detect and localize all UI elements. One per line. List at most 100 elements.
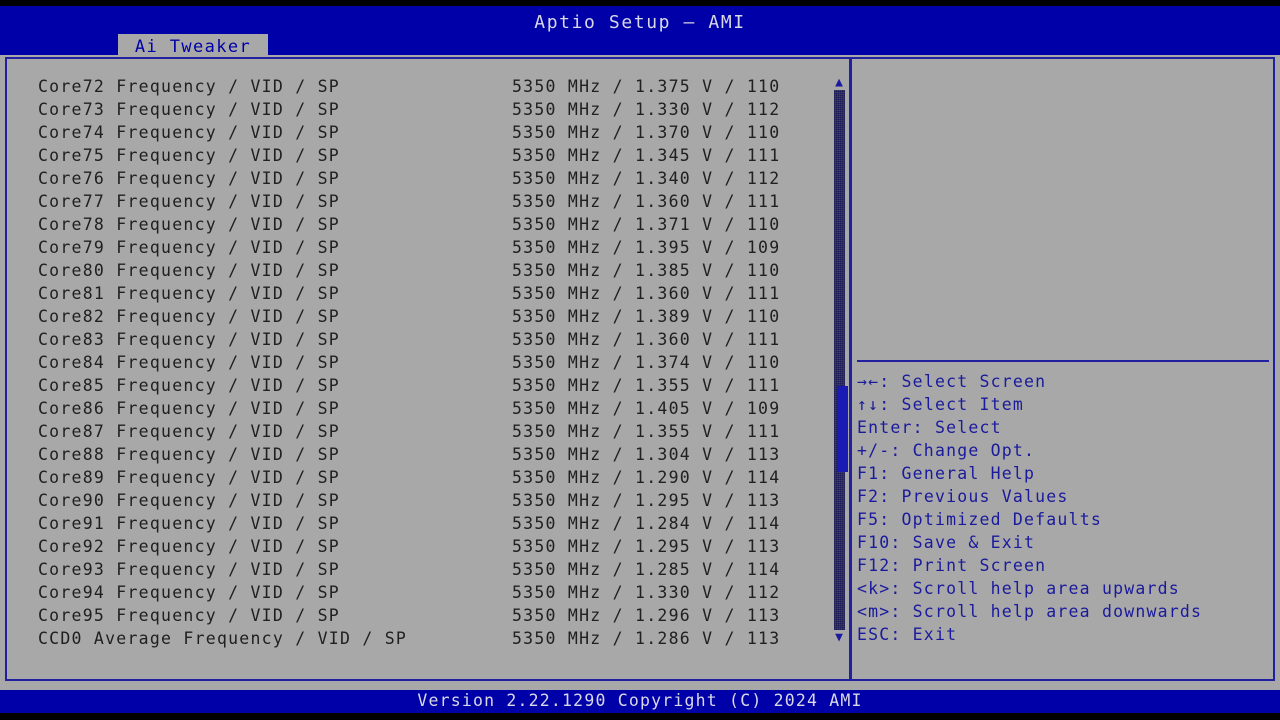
settings-row[interactable]: Core73 Frequency / VID / SP5350 MHz / 1.… (7, 98, 833, 121)
legend-item-key: →← (857, 372, 879, 391)
settings-row-value: 5350 MHz / 1.360 V / 111 (512, 330, 780, 349)
legend-item-text: : Select Screen (879, 372, 1046, 391)
legend-item-text: : Scroll help area upwards (890, 579, 1179, 598)
settings-row-label: Core91 Frequency / VID / SP (38, 514, 340, 533)
settings-row-label: Core81 Frequency / VID / SP (38, 284, 340, 303)
legend-item: ESC: Exit (857, 623, 1271, 646)
settings-row-value: 5350 MHz / 1.330 V / 112 (512, 583, 780, 602)
settings-row-label: Core78 Frequency / VID / SP (38, 215, 340, 234)
settings-row-value: 5350 MHz / 1.295 V / 113 (512, 537, 780, 556)
legend-item-key: F1 (857, 464, 879, 483)
settings-row[interactable]: Core93 Frequency / VID / SP 5350 MHz / 1.… (7, 558, 833, 581)
legend-item-text: : Select (913, 418, 1002, 437)
page-title: Aptio Setup – AMI (0, 12, 1280, 33)
settings-row[interactable]: Core78 Frequency / VID / SP 5350 MHz / 1.… (7, 213, 833, 236)
list-scrollbar[interactable]: ▲ ▼ (831, 76, 847, 644)
settings-list[interactable]: Core72 Frequency / VID / SP 5350 MHz / 1.… (7, 57, 833, 679)
settings-row-label: Core95 Frequency / VID / SP (38, 606, 340, 625)
scrollbar-thumb[interactable] (837, 386, 848, 472)
settings-row-value: 5350 MHz / 1.290 V / 114 (512, 468, 780, 487)
legend-item: F2: Previous Values (857, 485, 1271, 508)
scroll-up-arrow-icon[interactable]: ▲ (832, 76, 846, 89)
settings-row[interactable]: Core92 Frequency / VID / SP 5350 MHz / 1.… (7, 535, 833, 558)
settings-row[interactable]: Core72 Frequency / VID / SP 5350 MHz / 1.… (7, 75, 833, 98)
settings-row-value: 5350 MHz / 1.285 V / 114 (512, 560, 780, 579)
settings-row[interactable]: Core88 Frequency / VID / SP 5350 MHz / 1.… (7, 443, 833, 466)
settings-row-value: 5350 MHz / 1.286 V / 113 (512, 629, 780, 648)
settings-row[interactable]: Core86 Frequency / VID / SP5350 MHz / 1.… (7, 397, 833, 420)
help-separator (857, 360, 1269, 362)
settings-row[interactable]: CCD0 Average Frequency / VID / SP5350 MH… (7, 627, 833, 650)
settings-row[interactable]: Core80 Frequency / VID / SP5350 MHz / 1.… (7, 259, 833, 282)
settings-row-label: Core77 Frequency / VID / SP (38, 192, 340, 211)
scroll-down-arrow-icon[interactable]: ▼ (832, 631, 846, 644)
settings-row[interactable]: Core91 Frequency / VID / SP 5350 MHz / 1.… (7, 512, 833, 535)
settings-row-value: 5350 MHz / 1.304 V / 113 (512, 445, 780, 464)
bios-setup-screen: Aptio Setup – AMI Ai Tweaker Core72 Freq… (0, 0, 1280, 720)
settings-row-label: Core94 Frequency / VID / SP (38, 583, 340, 602)
settings-row[interactable]: Core83 Frequency / VID / SP 5350 MHz / 1.… (7, 328, 833, 351)
legend-item: <m>: Scroll help area downwards (857, 600, 1271, 623)
settings-row-value: 5350 MHz / 1.284 V / 114 (512, 514, 780, 533)
legend-item: <k>: Scroll help area upwards (857, 577, 1271, 600)
settings-row-value: 5350 MHz / 1.360 V / 111 (512, 284, 780, 303)
legend-item-key: F5 (857, 510, 879, 529)
version-text: Version 2.22.1290 Copyright (C) 2024 AMI (0, 691, 1280, 710)
settings-row-label: Core76 Frequency / VID / SP (38, 169, 340, 188)
legend-item-text: : Save & Exit (890, 533, 1035, 552)
settings-row[interactable]: Core90 Frequency / VID / SP5350 MHz / 1.… (7, 489, 833, 512)
settings-row-label: Core83 Frequency / VID / SP (38, 330, 340, 349)
settings-row-label: Core72 Frequency / VID / SP (38, 77, 340, 96)
settings-row-label: Core92 Frequency / VID / SP (38, 537, 340, 556)
settings-row-value: 5350 MHz / 1.371 V / 110 (512, 215, 780, 234)
footer-bar: Version 2.22.1290 Copyright (C) 2024 AMI (0, 690, 1280, 713)
settings-row[interactable]: Core89 Frequency / VID / SP5350 MHz / 1.… (7, 466, 833, 489)
legend-item-key: ESC (857, 625, 890, 644)
settings-row-label: Core85 Frequency / VID / SP (38, 376, 340, 395)
settings-row-value: 5350 MHz / 1.385 V / 110 (512, 261, 780, 280)
legend-item-text: : Select Item (879, 395, 1024, 414)
settings-row[interactable]: Core81 Frequency / VID / SP 5350 MHz / 1.… (7, 282, 833, 305)
settings-row[interactable]: Core87 Frequency / VID / SP5350 MHz / 1.… (7, 420, 833, 443)
title-bar: Aptio Setup – AMI Ai Tweaker (0, 6, 1280, 57)
scrollbar-track[interactable] (834, 90, 845, 630)
settings-row-value: 5350 MHz / 1.330 V / 112 (512, 100, 780, 119)
settings-row-value: 5350 MHz / 1.389 V / 110 (512, 307, 780, 326)
settings-row-value: 5350 MHz / 1.405 V / 109 (512, 399, 780, 418)
settings-row[interactable]: Core82 Frequency / VID / SP5350 MHz / 1.… (7, 305, 833, 328)
settings-row-value: 5350 MHz / 1.345 V / 111 (512, 146, 780, 165)
legend-item-text: : Previous Values (879, 487, 1068, 506)
settings-row[interactable]: Core75 Frequency / VID / SP 5350 MHz / 1.… (7, 144, 833, 167)
settings-row[interactable]: Core94 Frequency / VID / SP 5350 MHz / 1.… (7, 581, 833, 604)
legend-item-key: F12 (857, 556, 890, 575)
settings-row-label: Core79 Frequency / VID / SP (38, 238, 340, 257)
settings-row-label: Core74 Frequency / VID / SP (38, 123, 340, 142)
legend-item: F1: General Help (857, 462, 1271, 485)
settings-row-value: 5350 MHz / 1.340 V / 112 (512, 169, 780, 188)
legend-item-key: F2 (857, 487, 879, 506)
legend-item: F10: Save & Exit (857, 531, 1271, 554)
settings-row[interactable]: Core84 Frequency / VID / SP5350 MHz / 1.… (7, 351, 833, 374)
legend-item-key: Enter (857, 418, 913, 437)
settings-row-label: Core75 Frequency / VID / SP (38, 146, 340, 165)
footer-gap (0, 681, 1280, 690)
settings-row-label: Core88 Frequency / VID / SP (38, 445, 340, 464)
legend-item-text: : Exit (890, 625, 957, 644)
legend-item: Enter: Select (857, 416, 1271, 439)
settings-row-value: 5350 MHz / 1.375 V / 110 (512, 77, 780, 96)
settings-row[interactable]: Core95 Frequency / VID / SP 5350 MHz / 1.… (7, 604, 833, 627)
settings-row[interactable]: Core77 Frequency / VID / SP5350 MHz / 1.… (7, 190, 833, 213)
settings-row[interactable]: Core76 Frequency / VID / SP 5350 MHz / 1.… (7, 167, 833, 190)
settings-row-value: 5350 MHz / 1.296 V / 113 (512, 606, 780, 625)
settings-row[interactable]: Core79 Frequency / VID / SP5350 MHz / 1.… (7, 236, 833, 259)
settings-row-label: Core93 Frequency / VID / SP (38, 560, 340, 579)
legend-item-key: ↑↓ (857, 395, 879, 414)
legend-item: F12: Print Screen (857, 554, 1271, 577)
legend-item: →←: Select Screen (857, 370, 1271, 393)
settings-row[interactable]: Core85 Frequency / VID / SP5350 MHz / 1.… (7, 374, 833, 397)
panel-divider (849, 57, 852, 679)
legend-item: F5: Optimized Defaults (857, 508, 1271, 531)
settings-row-value: 5350 MHz / 1.370 V / 110 (512, 123, 780, 142)
settings-row-label: Core84 Frequency / VID / SP (38, 353, 340, 372)
settings-row[interactable]: Core74 Frequency / VID / SP 5350 MHz / 1.… (7, 121, 833, 144)
